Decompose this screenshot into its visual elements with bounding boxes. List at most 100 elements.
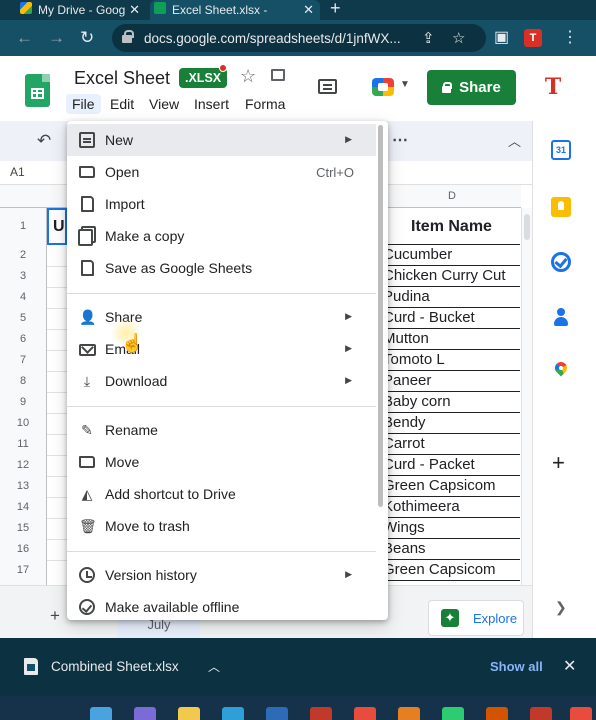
item-cell[interactable]: Baby corn [383, 392, 520, 413]
chevron-up-icon[interactable]: ︿ [208, 658, 220, 675]
menu-item-move[interactable]: Move [67, 446, 376, 478]
row-header[interactable]: 11 [0, 434, 47, 455]
row-header[interactable]: 4 [0, 287, 47, 308]
row-header[interactable]: 1 [0, 208, 47, 245]
menu-item-import[interactable]: Import [67, 188, 376, 220]
item-cell[interactable]: Wings [383, 518, 520, 539]
chevron-up-icon[interactable]: ︿ [508, 131, 521, 150]
comment-icon[interactable] [318, 79, 337, 94]
close-icon[interactable]: ✕ [129, 2, 140, 18]
menu-item-new[interactable]: New ▶ [67, 124, 376, 156]
menu-item-download[interactable]: ⤓ Download ▶ [67, 365, 376, 397]
row-header[interactable]: 12 [0, 455, 47, 476]
menu-item-make-copy[interactable]: Make a copy [67, 220, 376, 252]
sheets-logo-icon[interactable] [25, 74, 50, 107]
taskbar-app-icon[interactable] [266, 707, 288, 720]
item-name-header[interactable]: Item Name [383, 208, 520, 245]
menu-format[interactable]: Forma [245, 96, 285, 112]
taskbar-app-icon[interactable] [310, 707, 332, 720]
row-header[interactable]: 17 [0, 560, 47, 585]
share-button[interactable]: Share [427, 70, 516, 105]
menu-item-offline[interactable]: Make available offline [67, 591, 376, 620]
menu-file[interactable]: File [66, 94, 101, 114]
meet-button[interactable]: ▼ [362, 73, 414, 103]
reload-icon[interactable]: ↻ [80, 28, 94, 48]
move-to-folder-icon[interactable] [271, 69, 285, 81]
row-header[interactable]: 5 [0, 308, 47, 329]
menu-edit[interactable]: Edit [110, 96, 134, 112]
side-panel-icon[interactable]: ▣ [494, 27, 509, 47]
row-header[interactable]: 16 [0, 539, 47, 560]
menu-item-open[interactable]: Open Ctrl+O [67, 156, 376, 188]
menu-item-version-history[interactable]: Version history ▶ [67, 559, 376, 591]
chrome-menu-icon[interactable]: ⋮ [562, 27, 578, 47]
calendar-icon[interactable]: 31 [551, 140, 571, 160]
row-header[interactable]: 9 [0, 392, 47, 413]
cell-b1[interactable]: U [47, 208, 67, 245]
chrome-icon[interactable] [354, 707, 376, 720]
undo-icon[interactable]: ↶ [37, 131, 51, 151]
file-explorer-icon[interactable] [178, 707, 200, 720]
item-cell[interactable]: Tomoto L [383, 350, 520, 371]
chrome-profile-icon[interactable] [530, 707, 552, 720]
windows-start-icon[interactable] [90, 707, 112, 720]
bookmark-star-icon[interactable]: ☆ [452, 29, 465, 47]
tasks-icon[interactable] [551, 252, 571, 272]
add-sheet-icon[interactable]: + [50, 606, 60, 626]
item-cell[interactable]: Kothimeera [383, 497, 520, 518]
menu-item-move-to-trash[interactable]: 🗑 Move to trash [67, 510, 376, 542]
taskbar-app-icon[interactable] [442, 707, 464, 720]
item-cell[interactable]: Green Capsicom [383, 476, 520, 497]
taskbar-app-icon[interactable] [570, 707, 592, 720]
name-box[interactable]: A1 [10, 165, 25, 179]
extension-icon[interactable]: T [524, 29, 542, 47]
more-options-icon[interactable]: ⋯ [392, 130, 409, 150]
document-title[interactable]: Excel Sheet [74, 68, 170, 89]
edge-icon[interactable] [222, 707, 244, 720]
back-icon[interactable]: ← [16, 28, 33, 48]
explore-button[interactable]: ✦ Explore [428, 600, 524, 636]
share-page-icon[interactable]: ⇪ [422, 29, 435, 47]
row-header[interactable]: 13 [0, 476, 47, 497]
avatar[interactable]: T [540, 74, 566, 100]
show-all-button[interactable]: Show all [490, 659, 543, 674]
item-cell[interactable]: Carrot [383, 434, 520, 455]
row-header[interactable]: 15 [0, 518, 47, 539]
address-bar[interactable]: docs.google.com/spreadsheets/d/1jnfWX...… [112, 24, 486, 52]
firefox-icon[interactable] [398, 707, 420, 720]
select-all-corner[interactable] [0, 185, 47, 208]
get-addons-icon[interactable]: + [552, 450, 565, 476]
close-icon[interactable]: ✕ [303, 2, 314, 18]
taskbar-app-icon[interactable] [134, 707, 156, 720]
item-cell[interactable]: Cucumber [383, 245, 520, 266]
row-header[interactable]: 3 [0, 266, 47, 287]
row-header[interactable]: 6 [0, 329, 47, 350]
forward-icon[interactable]: → [48, 28, 65, 48]
tab-my-drive[interactable]: My Drive - Goog ✕ [16, 0, 146, 20]
chevron-right-icon[interactable]: ❯ [555, 599, 567, 616]
tab-excel-sheet[interactable]: Excel Sheet.xlsx - ✕ [150, 0, 320, 20]
menu-scrollbar[interactable] [378, 125, 383, 507]
item-cell[interactable]: Pudina [383, 287, 520, 308]
item-cell[interactable]: Paneer [383, 371, 520, 392]
item-cell[interactable]: Curd - Packet [383, 455, 520, 476]
close-icon[interactable]: ✕ [563, 656, 576, 676]
download-file-name[interactable]: Combined Sheet.xlsx [51, 659, 179, 674]
item-cell[interactable]: Bendy [383, 413, 520, 434]
item-cell[interactable]: Chicken Curry Cut [383, 266, 520, 287]
menu-insert[interactable]: Insert [194, 96, 229, 112]
menu-view[interactable]: View [149, 96, 179, 112]
row-header[interactable]: 7 [0, 350, 47, 371]
star-icon[interactable]: ☆ [240, 66, 256, 87]
new-tab-icon[interactable]: + [330, 0, 341, 19]
item-cell[interactable]: Beans [383, 539, 520, 560]
row-header[interactable]: 8 [0, 371, 47, 392]
menu-item-add-shortcut[interactable]: ◭ Add shortcut to Drive [67, 478, 376, 510]
row-header[interactable]: 10 [0, 413, 47, 434]
row-header[interactable]: 2 [0, 245, 47, 266]
maps-icon[interactable] [551, 362, 571, 382]
keep-icon[interactable] [551, 197, 571, 217]
contacts-icon[interactable] [551, 307, 571, 327]
item-cell[interactable]: Green Capsicom [383, 560, 520, 581]
menu-item-rename[interactable]: ✎ Rename [67, 414, 376, 446]
